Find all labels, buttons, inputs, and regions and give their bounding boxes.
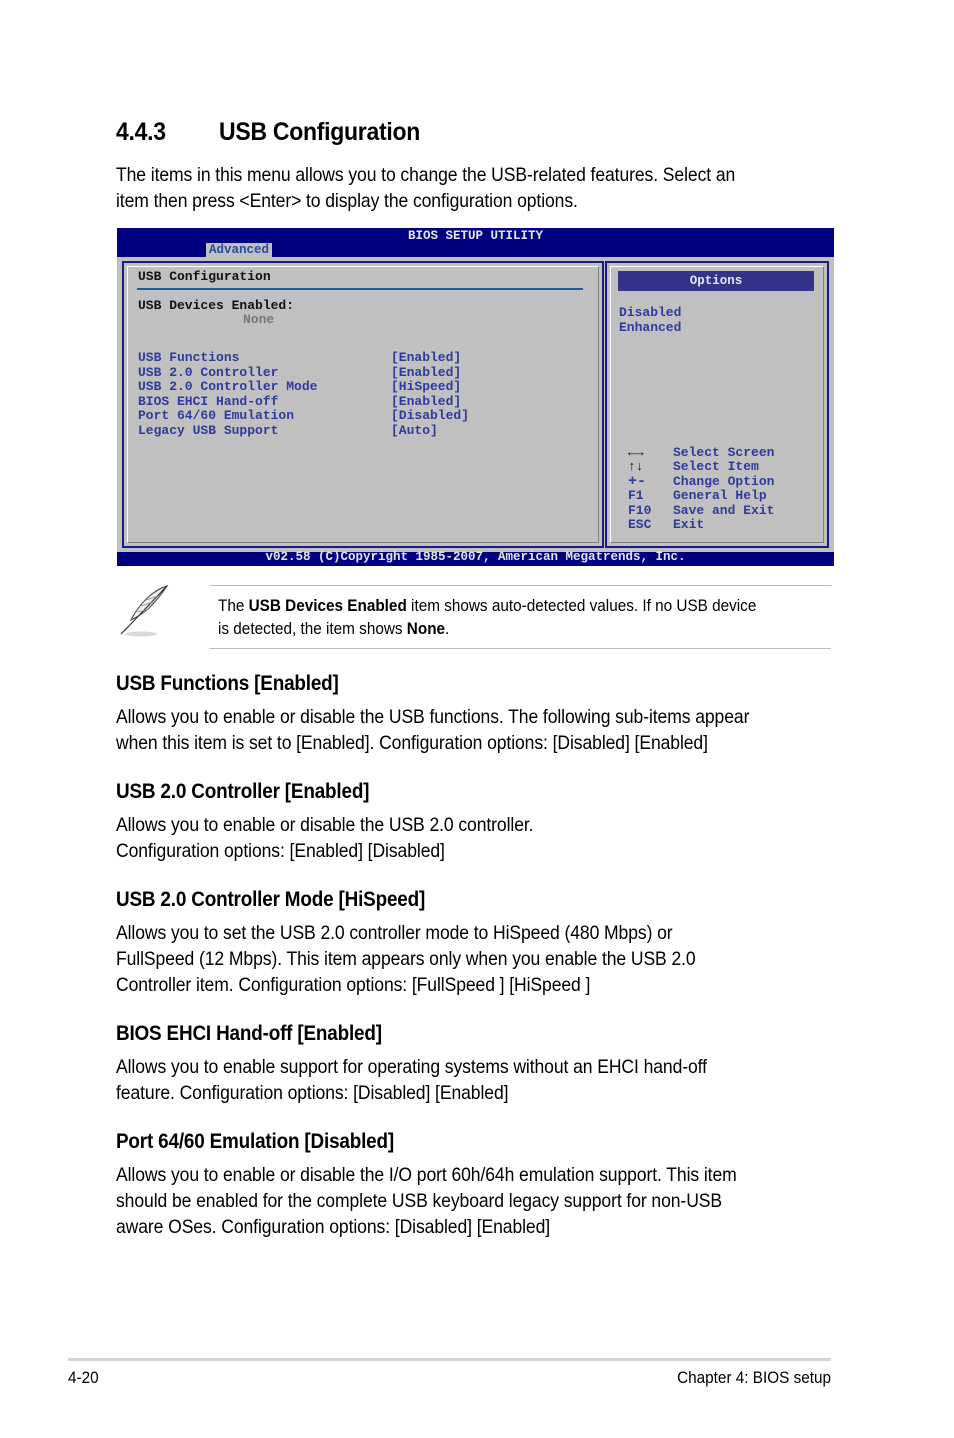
key-action: General Help [673, 488, 767, 504]
key-name: F1 [628, 488, 644, 504]
key-legend: ←→ Select Screen ↑↓ Select Item +- Change O… [628, 445, 775, 532]
setting-bios-ehci-handoff[interactable]: BIOS EHCI Hand-off [Enabled] [138, 393, 461, 410]
body-line: Allows you to enable or disable the USB … [116, 706, 750, 728]
intro-line: item then press <Enter> to display the c… [116, 190, 578, 212]
body-line: Allows you to enable or disable the USB … [116, 814, 534, 836]
options-header: Options [618, 271, 814, 291]
option-item[interactable]: Disabled [619, 305, 681, 320]
note-text-segment: item shows auto-detected values. If no U… [406, 596, 757, 615]
setting-label: Legacy USB Support [138, 422, 279, 438]
footer-divider [68, 1358, 831, 1361]
usb-devices-label: USB Devices Enabled: [138, 298, 295, 313]
body-line: Controller item. Configuration options: … [116, 974, 591, 996]
body-line: Configuration options: [Enabled] [Disabl… [116, 840, 445, 862]
section-number: 4.4.3 [116, 118, 166, 146]
bios-title: BIOS SETUP UTILITY [407, 229, 544, 243]
subsection-heading: USB 2.0 Controller [Enabled] [116, 780, 370, 803]
section-title: USB Configuration [219, 118, 421, 146]
note-text-segment: is detected, the item shows [218, 619, 407, 638]
key-action: Select Item [673, 459, 759, 475]
setting-value[interactable]: [Enabled] [391, 365, 461, 381]
setting-label: Port 64/60 Emulation [138, 408, 295, 424]
chapter-label: Chapter 4: BIOS setup [677, 1368, 831, 1387]
bios-settings-list: USB Functions [Enabled] USB 2.0 Controlle… [138, 350, 469, 439]
setting-port-6460-emulation[interactable]: Port 64/60 Emulation [Disabled] [138, 408, 469, 424]
subsection-bios-ehci-handoff: BIOS EHCI Hand-off [Enabled] Allows you … [116, 1022, 896, 1106]
note-line: is detected, the item shows None. [218, 617, 794, 640]
key-action: Exit [673, 516, 705, 532]
intro-paragraph: The items in this menu allows you to cha… [116, 162, 800, 214]
setting-value[interactable]: [Disabled] [391, 409, 469, 424]
setting-value[interactable]: [Enabled] [391, 394, 461, 410]
left-right-arrows-icon: ←→ [628, 445, 644, 460]
setting-value[interactable]: [Enabled] [391, 350, 461, 366]
bios-copyright: v02.58 (C)Copyright 1985-2007, American … [265, 550, 686, 564]
subsection-body: Allows you to enable support for operati… [116, 1054, 836, 1106]
subsection-heading: USB 2.0 Controller Mode [HiSpeed] [116, 888, 426, 911]
key-legend-row: F10 Save and Exit [628, 502, 775, 518]
body-line: Allows you to enable or disable the I/O … [116, 1164, 737, 1186]
usb-devices-value: None [243, 312, 275, 327]
feather-pen-icon [120, 584, 169, 637]
subsection-body: Allows you to set the USB 2.0 controller… [116, 920, 836, 998]
note-line: The USB Devices Enabled item shows auto-… [218, 594, 794, 617]
note-text-segment: . [445, 619, 450, 638]
setting-legacy-usb-support[interactable]: Legacy USB Support [Auto] [138, 422, 438, 439]
subsection-body: Allows you to enable or disable the USB … [116, 812, 836, 864]
setting-label: USB 2.0 Controller [138, 364, 279, 380]
body-line: Allows you to set the USB 2.0 controller… [116, 922, 673, 944]
key-legend-row: +- Change Option [628, 472, 775, 490]
subsection-heading: USB Functions [Enabled] [116, 672, 339, 695]
subsection-usb-functions: USB Functions [Enabled] Allows you to en… [116, 672, 896, 756]
note-bold-term: None [406, 619, 446, 638]
option-item[interactable]: Enhanced [619, 320, 681, 335]
body-line: Allows you to enable support for operati… [116, 1056, 707, 1078]
subsection-body: Allows you to enable or disable the USB … [116, 704, 836, 756]
setting-value[interactable]: [Auto] [391, 423, 438, 439]
setting-usb-functions[interactable]: USB Functions [Enabled] [138, 350, 461, 366]
note-divider-bottom [210, 648, 831, 649]
key-name: ESC [628, 516, 652, 532]
setting-value[interactable]: [HiSpeed] [391, 380, 461, 395]
note-bold-term: USB Devices Enabled [248, 596, 407, 615]
subsection-usb20-controller: USB 2.0 Controller [Enabled] Allows you … [116, 780, 896, 864]
body-line: feature. Configuration options: [Disable… [116, 1082, 509, 1104]
page-number: 4-20 [68, 1368, 99, 1387]
subsection-usb20-controller-mode: USB 2.0 Controller Mode [HiSpeed] Allows… [116, 888, 896, 998]
subsection-port-6460-emulation: Port 64/60 Emulation [Disabled] Allows y… [116, 1130, 896, 1240]
body-line: should be enabled for the complete USB k… [116, 1190, 723, 1212]
key-name: F10 [628, 502, 652, 518]
key-action: Save and Exit [673, 502, 775, 518]
key-legend-row: ESC Exit [628, 516, 774, 532]
setting-label: USB Functions [138, 350, 240, 365]
section-heading: 4.4.3 USB Configuration [116, 118, 420, 147]
tab-advanced[interactable]: Advanced [206, 243, 273, 257]
key-legend-row: F1 General Help [628, 488, 774, 504]
bios-menu-title: USB Configuration [138, 269, 271, 284]
note-divider-top [210, 585, 831, 586]
subsection-heading: BIOS EHCI Hand-off [Enabled] [116, 1022, 382, 1045]
key-legend-row: ↑↓ Select Item [628, 459, 774, 475]
intro-line: The items in this menu allows you to cha… [116, 164, 736, 186]
subsection-body: Allows you to enable or disable the I/O … [116, 1162, 836, 1240]
bios-title-divider [137, 288, 583, 290]
options-list: Disabled Enhanced [619, 305, 681, 335]
setting-usb20-controller-mode[interactable]: USB 2.0 Controller Mode [HiSpeed] [138, 379, 461, 395]
setting-label: BIOS EHCI Hand-off [138, 393, 279, 409]
key-legend-row: ←→ Select Screen [628, 445, 775, 460]
setting-usb20-controller[interactable]: USB 2.0 Controller [Enabled] [138, 364, 461, 381]
body-line: when this item is set to [Enabled]. Conf… [116, 732, 708, 754]
plus-minus-icon: +- [628, 472, 647, 490]
note-text-segment: The [218, 596, 249, 615]
body-line: aware OSes. Configuration options: [Disa… [116, 1216, 551, 1238]
bios-screenshot: BIOS SETUP UTILITY Advanced USB Configur… [117, 228, 834, 566]
setting-label: USB 2.0 Controller Mode [138, 379, 318, 395]
key-action: Select Screen [673, 445, 775, 460]
subsection-heading: Port 64/60 Emulation [Disabled] [116, 1130, 394, 1153]
key-action: Change Option [673, 473, 775, 489]
note-text: The USB Devices Enabled item shows auto-… [218, 594, 794, 640]
body-line: FullSpeed (12 Mbps). This item appears o… [116, 948, 696, 970]
